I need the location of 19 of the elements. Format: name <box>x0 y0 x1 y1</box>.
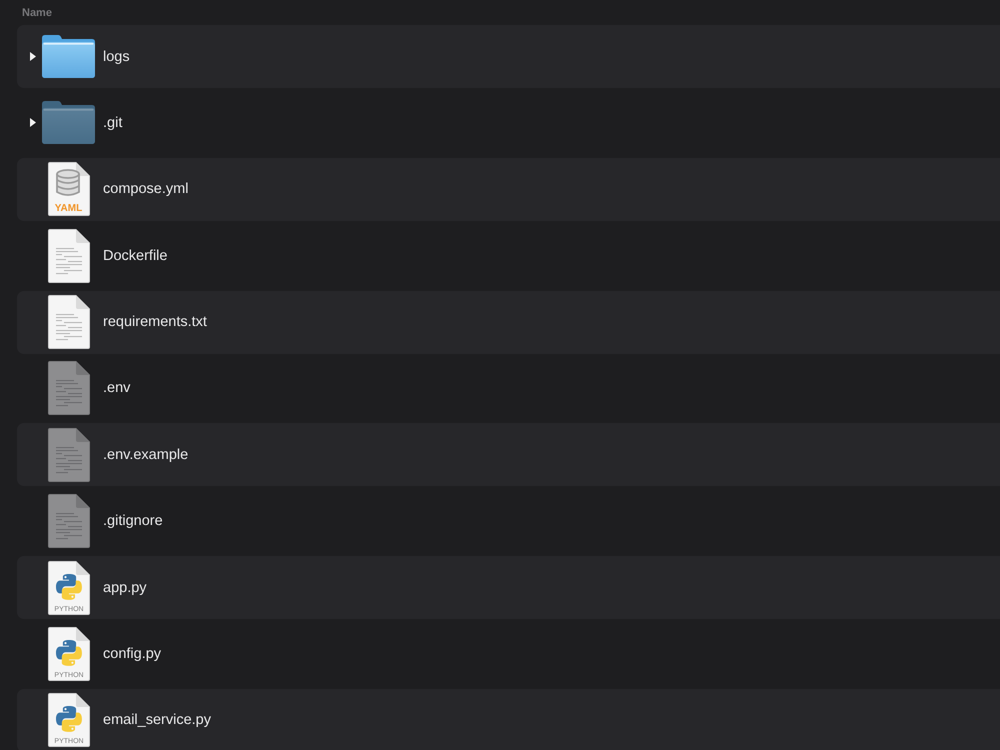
file-name[interactable]: .gitignore <box>103 513 163 530</box>
column-header[interactable]: Name <box>22 6 52 18</box>
file-name: .env.example <box>103 446 188 463</box>
file-name: requirements.txt <box>103 314 207 330</box>
file-row[interactable]: logs <box>17 25 1000 88</box>
file-name[interactable]: .env <box>103 380 130 396</box>
file-row[interactable]: YAML compose.yml <box>17 158 1000 221</box>
file-name[interactable]: Dockerfile <box>103 248 168 264</box>
database-document-icon: YAML <box>48 162 90 216</box>
file-name: email_service.py <box>103 712 211 728</box>
file-row[interactable]: requirements.txt <box>17 290 1000 354</box>
disclosure-triangle-icon[interactable] <box>30 118 36 128</box>
file-row[interactable]: .env.example <box>17 423 1000 486</box>
file-name: logs <box>103 48 130 64</box>
file-name: compose.yml <box>103 181 188 198</box>
file-name[interactable]: .git <box>103 114 122 131</box>
file-name[interactable]: config.py <box>103 646 162 662</box>
disclosure-triangle-icon[interactable] <box>30 52 36 61</box>
file-name: app.py <box>103 580 147 596</box>
